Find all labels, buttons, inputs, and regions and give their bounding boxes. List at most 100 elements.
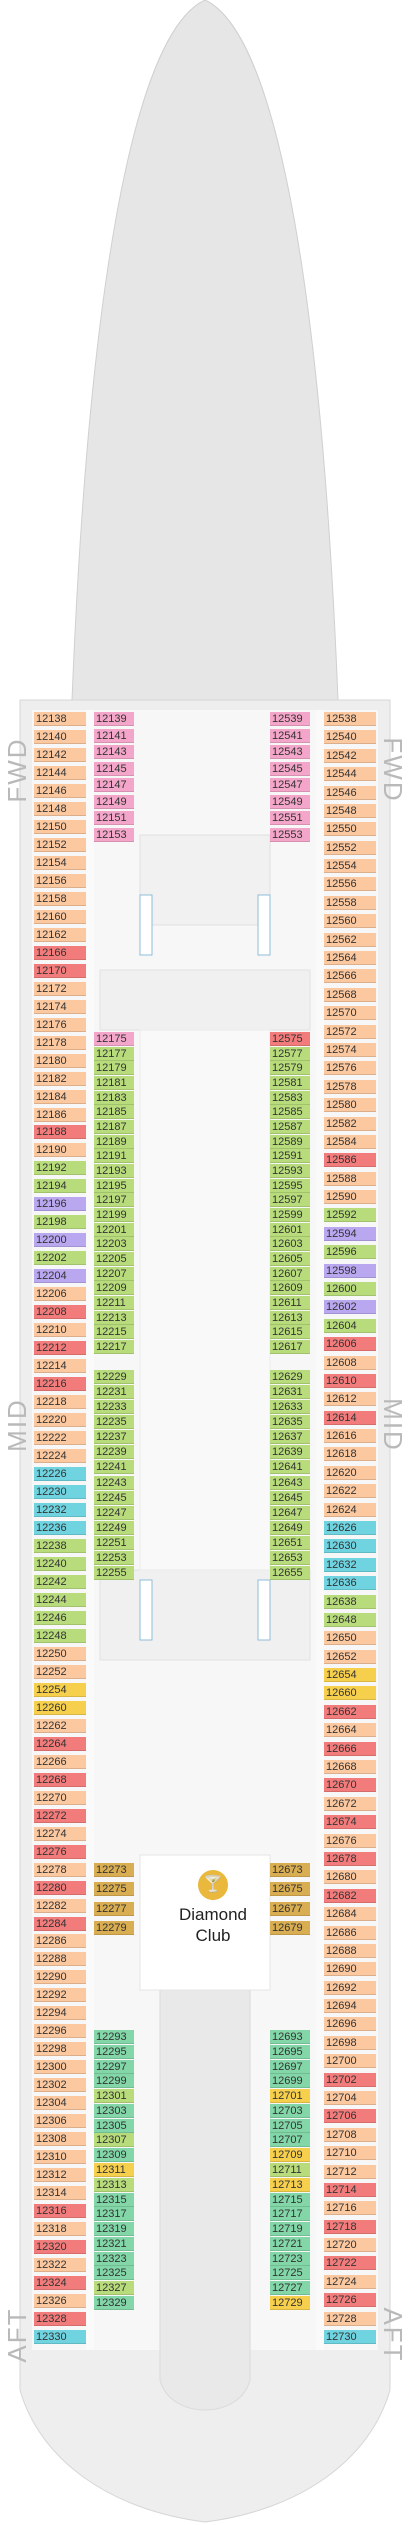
- cabin-12300[interactable]: 12300: [34, 2060, 86, 2074]
- cabin-12589[interactable]: 12589: [270, 1135, 310, 1149]
- cabin-12673[interactable]: 12673: [270, 1863, 310, 1877]
- cabin-12726[interactable]: 12726: [324, 2293, 376, 2307]
- cabin-12166[interactable]: 12166: [34, 946, 86, 960]
- cabin-12568[interactable]: 12568: [324, 988, 376, 1002]
- cabin-12260[interactable]: 12260: [34, 1701, 86, 1715]
- cabin-12177[interactable]: 12177: [94, 1047, 134, 1061]
- cabin-12558[interactable]: 12558: [324, 896, 376, 910]
- cabin-12312[interactable]: 12312: [34, 2168, 86, 2182]
- cabin-12580[interactable]: 12580: [324, 1098, 376, 1112]
- cabin-12556[interactable]: 12556: [324, 877, 376, 891]
- cabin-12308[interactable]: 12308: [34, 2132, 86, 2146]
- cabin-12679[interactable]: 12679: [270, 1921, 310, 1935]
- cabin-12230[interactable]: 12230: [34, 1485, 86, 1499]
- cabin-12150[interactable]: 12150: [34, 820, 86, 834]
- cabin-12183[interactable]: 12183: [94, 1091, 134, 1105]
- cabin-12240[interactable]: 12240: [34, 1557, 86, 1571]
- cabin-12597[interactable]: 12597: [270, 1193, 310, 1207]
- cabin-12660[interactable]: 12660: [324, 1686, 376, 1700]
- cabin-12729[interactable]: 12729: [270, 2296, 310, 2310]
- cabin-12154[interactable]: 12154: [34, 856, 86, 870]
- cabin-12313[interactable]: 12313: [94, 2178, 134, 2192]
- cabin-12250[interactable]: 12250: [34, 1647, 86, 1661]
- cabin-12583[interactable]: 12583: [270, 1091, 310, 1105]
- cabin-12226[interactable]: 12226: [34, 1467, 86, 1481]
- cabin-12210[interactable]: 12210: [34, 1323, 86, 1337]
- cabin-12547[interactable]: 12547: [270, 778, 310, 792]
- cabin-12611[interactable]: 12611: [270, 1296, 310, 1310]
- cabin-12306[interactable]: 12306: [34, 2114, 86, 2128]
- cabin-12637[interactable]: 12637: [270, 1430, 310, 1444]
- cabin-12193[interactable]: 12193: [94, 1164, 134, 1178]
- cabin-12541[interactable]: 12541: [270, 729, 310, 743]
- cabin-12587[interactable]: 12587: [270, 1120, 310, 1134]
- cabin-12294[interactable]: 12294: [34, 2006, 86, 2020]
- cabin-12309[interactable]: 12309: [94, 2148, 134, 2162]
- cabin-12214[interactable]: 12214: [34, 1359, 86, 1373]
- cabin-12725[interactable]: 12725: [270, 2266, 310, 2280]
- cabin-12185[interactable]: 12185: [94, 1105, 134, 1119]
- cabin-12579[interactable]: 12579: [270, 1061, 310, 1075]
- cabin-12243[interactable]: 12243: [94, 1476, 134, 1490]
- cabin-12296[interactable]: 12296: [34, 2024, 86, 2038]
- cabin-12316[interactable]: 12316: [34, 2204, 86, 2218]
- cabin-12323[interactable]: 12323: [94, 2252, 134, 2266]
- cabin-12696[interactable]: 12696: [324, 2017, 376, 2031]
- cabin-12143[interactable]: 12143: [94, 745, 134, 759]
- cabin-12613[interactable]: 12613: [270, 1311, 310, 1325]
- cabin-12179[interactable]: 12179: [94, 1061, 134, 1075]
- cabin-12239[interactable]: 12239: [94, 1445, 134, 1459]
- cabin-12672[interactable]: 12672: [324, 1797, 376, 1811]
- cabin-12282[interactable]: 12282: [34, 1899, 86, 1913]
- cabin-12160[interactable]: 12160: [34, 910, 86, 924]
- cabin-12209[interactable]: 12209: [94, 1281, 134, 1295]
- cabin-12709[interactable]: 12709: [270, 2148, 310, 2162]
- cabin-12609[interactable]: 12609: [270, 1281, 310, 1295]
- cabin-12570[interactable]: 12570: [324, 1006, 376, 1020]
- cabin-12602[interactable]: 12602: [324, 1300, 376, 1314]
- cabin-12241[interactable]: 12241: [94, 1460, 134, 1474]
- cabin-12188[interactable]: 12188: [34, 1125, 86, 1139]
- cabin-12139[interactable]: 12139: [94, 712, 134, 726]
- cabin-12318[interactable]: 12318: [34, 2222, 86, 2236]
- cabin-12207[interactable]: 12207: [94, 1267, 134, 1281]
- cabin-12554[interactable]: 12554: [324, 859, 376, 873]
- cabin-12201[interactable]: 12201: [94, 1223, 134, 1237]
- cabin-12231[interactable]: 12231: [94, 1385, 134, 1399]
- cabin-12249[interactable]: 12249: [94, 1521, 134, 1535]
- cabin-12712[interactable]: 12712: [324, 2165, 376, 2179]
- cabin-12229[interactable]: 12229: [94, 1370, 134, 1384]
- cabin-12189[interactable]: 12189: [94, 1135, 134, 1149]
- cabin-12652[interactable]: 12652: [324, 1650, 376, 1664]
- cabin-12592[interactable]: 12592: [324, 1208, 376, 1222]
- cabin-12266[interactable]: 12266: [34, 1755, 86, 1769]
- cabin-12542[interactable]: 12542: [324, 749, 376, 763]
- cabin-12328[interactable]: 12328: [34, 2312, 86, 2326]
- cabin-12596[interactable]: 12596: [324, 1245, 376, 1259]
- cabin-12319[interactable]: 12319: [94, 2222, 134, 2236]
- cabin-12653[interactable]: 12653: [270, 1551, 310, 1565]
- cabin-12158[interactable]: 12158: [34, 892, 86, 906]
- cabin-12302[interactable]: 12302: [34, 2078, 86, 2092]
- cabin-12566[interactable]: 12566: [324, 969, 376, 983]
- cabin-12545[interactable]: 12545: [270, 762, 310, 776]
- cabin-12142[interactable]: 12142: [34, 748, 86, 762]
- cabin-12723[interactable]: 12723: [270, 2252, 310, 2266]
- cabin-12641[interactable]: 12641: [270, 1460, 310, 1474]
- cabin-12666[interactable]: 12666: [324, 1742, 376, 1756]
- cabin-12182[interactable]: 12182: [34, 1072, 86, 1086]
- cabin-12718[interactable]: 12718: [324, 2220, 376, 2234]
- cabin-12213[interactable]: 12213: [94, 1311, 134, 1325]
- cabin-12280[interactable]: 12280: [34, 1881, 86, 1895]
- cabin-12678[interactable]: 12678: [324, 1852, 376, 1866]
- cabin-12304[interactable]: 12304: [34, 2096, 86, 2110]
- cabin-12144[interactable]: 12144: [34, 766, 86, 780]
- cabin-12601[interactable]: 12601: [270, 1223, 310, 1237]
- cabin-12176[interactable]: 12176: [34, 1018, 86, 1032]
- cabin-12543[interactable]: 12543: [270, 745, 310, 759]
- cabin-12246[interactable]: 12246: [34, 1611, 86, 1625]
- cabin-12211[interactable]: 12211: [94, 1296, 134, 1310]
- cabin-12247[interactable]: 12247: [94, 1506, 134, 1520]
- cabin-12238[interactable]: 12238: [34, 1539, 86, 1553]
- cabin-12704[interactable]: 12704: [324, 2091, 376, 2105]
